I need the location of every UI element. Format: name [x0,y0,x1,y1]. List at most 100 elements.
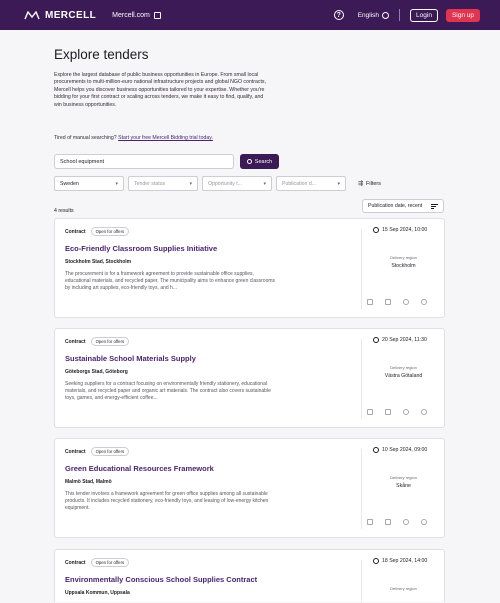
filter-icon: ⇶ [358,181,364,187]
compare-icon[interactable] [367,519,373,525]
sort-label: Publication date, recent [368,203,423,209]
buyer-name: Stockholm Stad, Stockholm [65,259,132,265]
notice-type: Contract [65,338,86,345]
deadline: 18 Sep 2024, 14:00 [373,558,427,564]
site-link-label: Mercell.com [112,11,150,19]
all-filters-label: Filters [366,180,382,187]
card-divider [361,339,362,419]
login-button[interactable]: Login [410,8,438,22]
chevron-down-icon: ▾ [337,180,340,187]
delivery-region: Delivery region [361,586,446,591]
notice-type: Contract [65,228,86,235]
sort-icon [431,203,438,209]
bookmark-icon[interactable] [385,519,391,525]
delivery-region: Delivery region Stockholm [361,255,446,269]
view-icon[interactable] [403,409,409,415]
tender-card[interactable]: Contract Open for offers Environmentally… [54,549,446,603]
notice-type: Contract [65,559,86,566]
tender-description: This tender involves a framework agreeme… [65,491,269,511]
deadline-date: 15 Sep 2024, 10:00 [382,227,428,233]
tender-card[interactable]: Contract Open for offers Eco-Friendly Cl… [54,218,445,318]
tender-title[interactable]: Sustainable School Materials Supply [65,354,345,363]
region-label: Delivery region [390,255,417,260]
card-divider [361,560,362,603]
language-label: English [357,11,380,19]
notice-type: Contract [65,448,86,455]
region-value: Stockholm [391,263,416,269]
tender-description: The procurement is for a framework agree… [65,271,276,291]
region-label: Delivery region [390,586,417,591]
delivery-region: Delivery region Västra Götaland [361,365,446,379]
trial-link[interactable]: Start your free Mercell Bidding trial to… [118,135,213,141]
search-button[interactable]: Search [240,154,279,169]
share-icon[interactable] [421,299,427,305]
status-badge: Open for offers [90,558,130,567]
language-selector[interactable]: English [357,11,390,19]
help-icon[interactable]: ? [333,10,344,20]
clock-icon [373,558,379,564]
opportunity-placeholder: Opportunity t... [208,180,243,187]
mercell-logo[interactable]: MERCELL [24,10,96,21]
clock-icon [373,227,379,233]
deadline: 10 Sep 2024, 09:00 [373,447,427,453]
bookmark-icon[interactable] [385,299,391,305]
card-divider [361,229,362,309]
tender-card[interactable]: Contract Open for offers Green Education… [54,438,445,538]
mercell-logo-icon [24,10,40,19]
search-row: Search [54,154,279,169]
view-icon[interactable] [403,519,409,525]
card-actions [367,519,427,525]
results-count: 4 results [54,208,74,214]
intro-text: Explore the largest database of public b… [54,72,266,108]
country-value: Sweden [60,180,79,187]
buyer-name: Malmö Stad, Malmö [65,479,112,485]
chevron-down-icon: ▾ [189,180,192,187]
tender-title[interactable]: Green Educational Resources Framework [65,464,345,473]
globe-icon [382,11,390,19]
page-title: Explore tenders [54,47,149,62]
signup-button[interactable]: Sign up [445,8,480,22]
region-value: Skåne [396,483,411,489]
all-filters-button[interactable]: ⇶ Filters [358,180,382,188]
delivery-region: Delivery region Skåne [361,475,446,489]
compare-icon[interactable] [367,299,373,305]
logo-text: MERCELL [45,9,97,21]
tender-title[interactable]: Eco-Friendly Classroom Supplies Initiati… [65,244,345,253]
chevron-down-icon: ▾ [263,180,266,187]
sort-select[interactable]: Publication date, recent [362,199,444,213]
opportunity-type-select[interactable]: Opportunity t... ▾ [202,176,272,191]
compare-icon[interactable] [367,409,373,415]
status-badge: Open for offers [90,447,130,456]
header-divider [399,9,401,21]
deadline-date: 10 Sep 2024, 09:00 [382,447,428,453]
status-badge: Open for offers [90,337,130,346]
share-icon[interactable] [421,519,427,525]
share-icon[interactable] [421,409,427,415]
top-navigation-bar: MERCELL Mercell.com ? English Login Sign… [0,0,500,30]
tender-card[interactable]: Contract Open for offers Sustainable Sch… [54,328,445,428]
tender-description: Seeking suppliers for a contract focusin… [65,381,271,401]
card-actions [367,409,427,415]
buyer-name: Uppsala Kommun, Uppsala [65,590,130,596]
bookmark-icon[interactable] [385,409,391,415]
card-divider [361,449,362,529]
publication-placeholder: Publication d... [282,180,317,187]
search-input[interactable] [54,154,234,169]
card-actions [367,299,427,305]
region-value: Västra Götaland [384,373,423,379]
country-select[interactable]: Sweden ▾ [54,176,124,191]
status-badge: Open for offers [90,227,130,236]
deadline-date: 20 Sep 2024, 11:30 [382,337,427,343]
mercell-site-link[interactable]: Mercell.com [112,11,161,19]
filter-bar: Sweden ▾ Tender status ▾ Opportunity t..… [54,176,381,191]
clock-icon [373,337,379,343]
publication-date-select[interactable]: Publication d... ▾ [276,176,346,191]
tender-status-select[interactable]: Tender status ▾ [128,176,198,191]
tender-title[interactable]: Environmentally Conscious School Supplie… [65,575,345,584]
view-icon[interactable] [403,299,409,305]
search-icon [246,159,252,164]
clock-icon [373,447,379,453]
cta-prefix: Tired of manual searching? [54,135,117,141]
deadline-date: 18 Sep 2024, 14:00 [382,558,428,564]
deadline: 15 Sep 2024, 10:00 [373,227,427,233]
